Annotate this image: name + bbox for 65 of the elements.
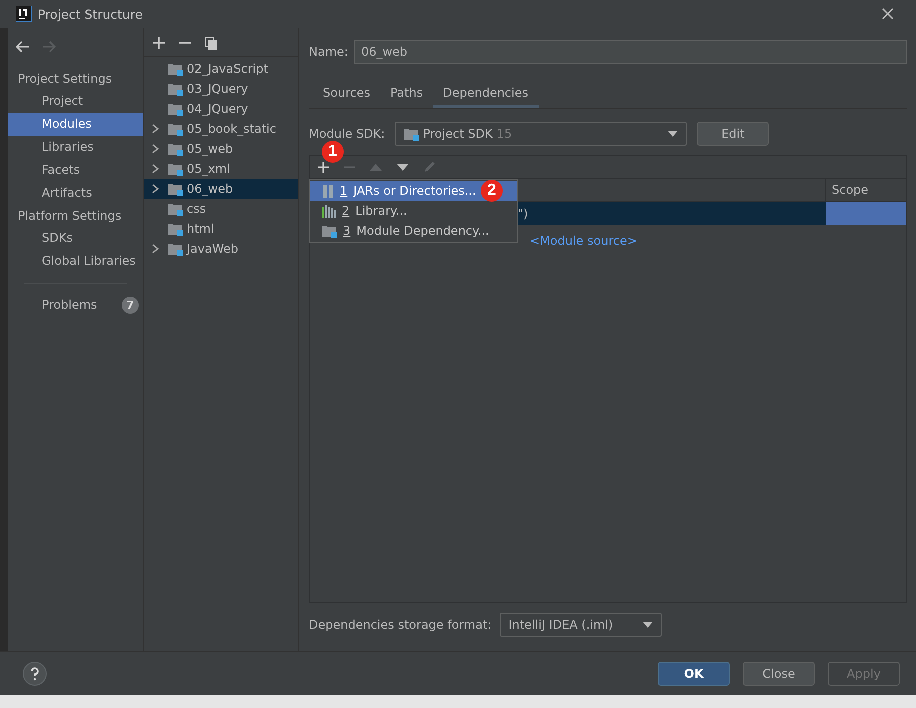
section-heading: Project Settings [17, 71, 114, 88]
back-arrow-icon[interactable] [16, 41, 30, 53]
ok-button[interactable]: OK [658, 662, 730, 686]
nav-item[interactable]: SDKs [8, 227, 143, 250]
folder-icon [168, 242, 183, 256]
nav-item[interactable]: Project [8, 90, 143, 113]
tab[interactable]: Sources [313, 82, 380, 108]
sdk-dropdown[interactable]: Project SDK 15 [395, 122, 688, 146]
library-icon [322, 204, 336, 218]
tree-row[interactable]: 04_JQuery [144, 99, 298, 119]
field-label: Dependencies storage format: [309, 618, 492, 632]
section-heading: Platform Settings [17, 208, 123, 225]
nav-item[interactable]: Problems [42, 298, 122, 312]
folder-icon [168, 162, 183, 176]
folder-icon [322, 224, 337, 238]
tree-row[interactable]: 05_xml [144, 159, 298, 179]
folder-icon [168, 222, 183, 236]
close-icon[interactable] [882, 8, 894, 20]
move-up-icon [370, 164, 382, 170]
nav-item[interactable]: Artifacts [8, 182, 143, 205]
tree-row[interactable]: css [144, 199, 298, 219]
column-header: Scope [825, 179, 906, 201]
folder-icon [168, 122, 183, 136]
table-cell: ") [518, 206, 528, 220]
jar-icon [322, 184, 334, 198]
caret-icon [668, 131, 678, 137]
count-badge: 7 [122, 296, 139, 314]
folder-icon [168, 182, 183, 196]
copy-icon[interactable] [205, 36, 217, 50]
folder-icon [168, 142, 183, 156]
tree-row[interactable]: html [144, 219, 298, 239]
tree-row[interactable]: 06_web [144, 179, 298, 199]
dialog-button[interactable]: Close [743, 662, 815, 686]
tree-row[interactable]: 03_JQuery [144, 79, 298, 99]
field-label: Name: [309, 45, 348, 59]
tree-row[interactable]: 02_JavaScript [144, 59, 298, 79]
move-down-icon[interactable] [397, 164, 409, 170]
tree-row[interactable]: 05_web [144, 139, 298, 159]
window-title: Project Structure [38, 6, 144, 22]
caret-icon [642, 622, 653, 628]
chevron-icon[interactable] [152, 244, 159, 254]
edit-button[interactable]: Edit [697, 122, 770, 146]
tab[interactable]: Paths [380, 82, 434, 108]
folder-icon [168, 102, 183, 116]
name-field[interactable]: 06_web [354, 40, 907, 64]
pencil-icon [424, 161, 436, 173]
nav-item[interactable]: Facets [8, 159, 143, 182]
folder-icon [168, 82, 183, 96]
menu-item[interactable]: 2 Library... [310, 201, 517, 221]
tab[interactable]: Dependencies [433, 82, 538, 108]
folder-icon [168, 202, 183, 216]
step-badge: 1 [322, 141, 344, 163]
nav-item[interactable]: Libraries [8, 136, 143, 159]
app-icon [16, 6, 32, 22]
field-label: Module SDK: [309, 127, 386, 141]
nav-item[interactable]: Global Libraries [8, 250, 143, 273]
folder-icon [404, 128, 420, 140]
tree-row[interactable]: JavaWeb [144, 239, 298, 259]
help-button[interactable] [23, 662, 47, 686]
add-icon[interactable] [153, 37, 165, 49]
tree-row[interactable]: 05_book_static [144, 119, 298, 139]
nav-item[interactable]: Modules [8, 113, 143, 136]
add-icon[interactable] [318, 162, 329, 172]
format-dropdown[interactable]: IntelliJ IDEA (.iml) [500, 613, 662, 637]
folder-icon [168, 62, 183, 76]
